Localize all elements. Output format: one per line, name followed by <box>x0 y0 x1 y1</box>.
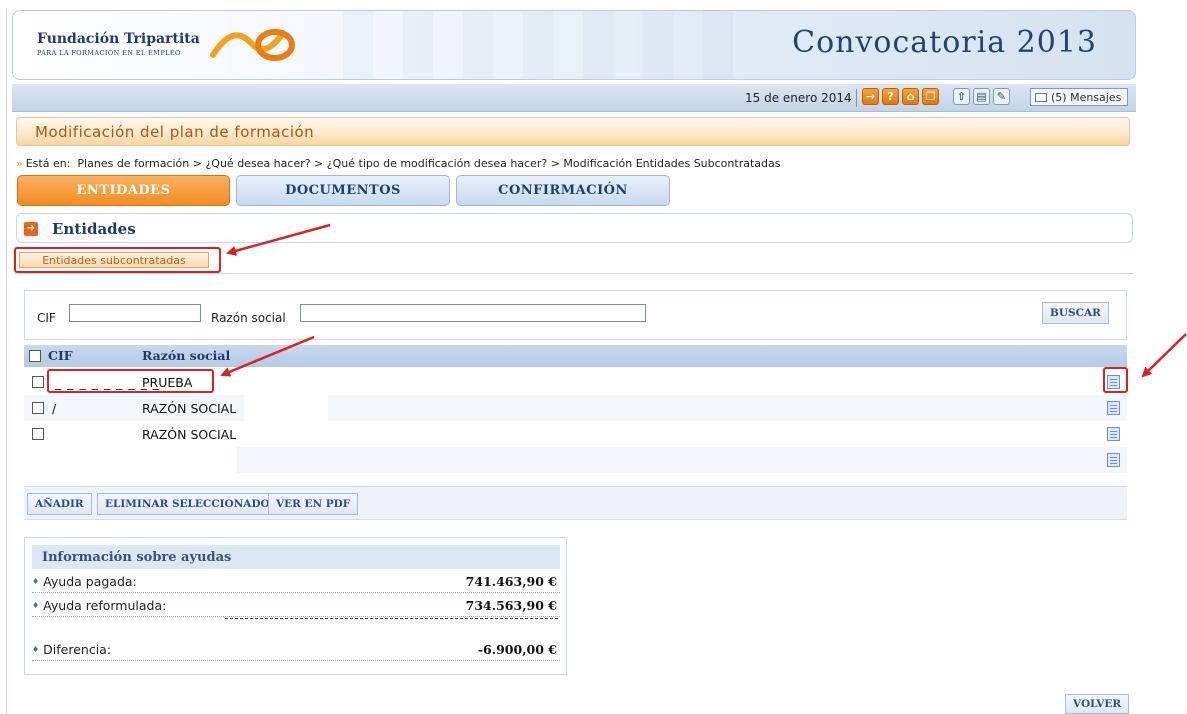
upload-icon[interactable]: ⇧ <box>953 88 970 105</box>
view-detail-icon[interactable] <box>1107 427 1120 441</box>
aid-difference-label: Diferencia: <box>32 642 111 657</box>
table-row <box>24 447 1127 473</box>
home-icon[interactable]: ⌂ <box>902 88 919 105</box>
search-panel: CIF Razón social BUSCAR <box>24 290 1127 340</box>
envelope-icon <box>1035 92 1047 102</box>
page-title: Modificación del plan de formación <box>35 123 315 141</box>
subtab-entidades-subcontratadas[interactable]: Entidades subcontratadas <box>19 252 209 268</box>
aid-reformulated-value: 734.563,90 € <box>465 598 557 613</box>
section-title: Entidades <box>52 220 136 238</box>
view-detail-icon[interactable] <box>1107 453 1120 467</box>
table-header: CIF Razón social <box>24 345 1127 367</box>
logo-subtitle: PARA LA FORMACIÓN EN EL EMPLEO <box>37 49 181 57</box>
breadcrumb: » Está en: Planes de formación > ¿Qué des… <box>16 157 780 170</box>
breadcrumb-path[interactable]: Planes de formación > ¿Qué desea hacer? … <box>77 157 780 170</box>
top-toolbar: 15 de enero 2014 → ? ⌂ ❐ ⇧ ▤ ✎ (5) Mensa… <box>12 84 1136 112</box>
search-button[interactable]: BUSCAR <box>1042 302 1109 324</box>
convocatoria-title: Convocatoria 2013 <box>792 25 1097 60</box>
subtab-highlight: Entidades subcontratadas <box>14 247 221 273</box>
row-razon-social: RAZÓN SOCIAL <box>142 401 237 416</box>
chart-icon[interactable]: ▤ <box>973 88 990 105</box>
aid-paid-value: 741.463,90 € <box>465 574 557 589</box>
view-detail-icon[interactable] <box>1107 401 1120 415</box>
toolbar-divider <box>856 89 857 107</box>
row-checkbox[interactable] <box>32 428 44 440</box>
add-button[interactable]: AÑADIR <box>27 493 92 515</box>
back-button[interactable]: VOLVER <box>1065 694 1130 714</box>
logo-title: Fundación Tripartita <box>37 31 200 47</box>
aid-paid-label: Ayuda pagada: <box>32 574 137 589</box>
arrow-to-detail-icon <box>1141 333 1187 378</box>
cif-input[interactable] <box>69 304 201 322</box>
aid-reformulated-row: Ayuda reformulada: 734.563,90 € <box>32 595 560 617</box>
sum-divider <box>225 618 558 619</box>
section-header: ➜ Entidades <box>16 213 1133 243</box>
razon-social-label: Razón social <box>211 311 286 325</box>
section-arrow-icon: ➜ <box>24 222 38 236</box>
logo-mark-icon <box>210 29 295 61</box>
aid-paid-row: Ayuda pagada: 741.463,90 € <box>32 571 560 593</box>
tab-confirmacion[interactable]: CONFIRMACIÓN <box>456 175 670 206</box>
breadcrumb-arrow-icon: » <box>16 157 23 170</box>
row-checkbox[interactable] <box>32 402 44 414</box>
delete-selected-button[interactable]: ELIMINAR SELECCIONADOS <box>97 493 286 515</box>
row-cif: / <box>52 401 57 416</box>
aid-info-title: Información sobre ayudas <box>32 545 560 569</box>
edit-icon[interactable]: ✎ <box>993 88 1010 105</box>
select-all-checkbox[interactable] <box>29 350 41 362</box>
logout-icon[interactable]: → <box>862 88 879 105</box>
action-bar: AÑADIR ELIMINAR SELECCIONADOS VER EN PDF <box>24 486 1127 520</box>
app-header: Fundación Tripartita PARA LA FORMACIÓN E… <box>12 10 1136 80</box>
aid-difference-row: Diferencia: -6.900,00 € <box>32 639 560 661</box>
table-row: RAZÓN SOCIAL <box>24 421 1127 447</box>
aid-info-panel: Información sobre ayudas Ayuda pagada: 7… <box>24 537 567 675</box>
aid-difference-value: -6.900,00 € <box>477 642 557 657</box>
messages-button[interactable]: (5) Mensajes <box>1030 88 1129 106</box>
page-title-bar: Modificación del plan de formación <box>16 117 1130 146</box>
messages-label: (5) Mensajes <box>1051 90 1122 104</box>
table-row: / RAZÓN SOCIAL <box>24 395 1127 421</box>
breadcrumb-prefix: Está en: <box>25 157 71 170</box>
annotation-highlight-row <box>47 369 214 393</box>
aid-reformulated-label: Ayuda reformulada: <box>32 598 166 613</box>
content-divider <box>14 273 1134 274</box>
tab-documentos[interactable]: DOCUMENTOS <box>236 175 450 206</box>
tab-entidades[interactable]: ENTIDADES <box>17 175 230 206</box>
column-header-cif[interactable]: CIF <box>48 348 73 363</box>
view-pdf-button[interactable]: VER EN PDF <box>268 493 359 515</box>
help-icon[interactable]: ? <box>882 88 899 105</box>
current-date: 15 de enero 2014 <box>745 91 852 105</box>
row-razon-social: RAZÓN SOCIAL <box>142 427 237 442</box>
copy-icon[interactable]: ❐ <box>922 88 939 105</box>
column-header-razon-social[interactable]: Razón social <box>142 348 230 363</box>
razon-social-input[interactable] <box>300 304 646 322</box>
annotation-highlight-icon <box>1103 367 1128 393</box>
row-redaction <box>24 447 237 473</box>
logo[interactable]: Fundación Tripartita PARA LA FORMACIÓN E… <box>37 31 200 57</box>
row-checkbox[interactable] <box>32 376 44 388</box>
row-redaction <box>244 395 328 421</box>
cif-label: CIF <box>37 311 56 325</box>
header-background-decoration <box>343 11 763 79</box>
